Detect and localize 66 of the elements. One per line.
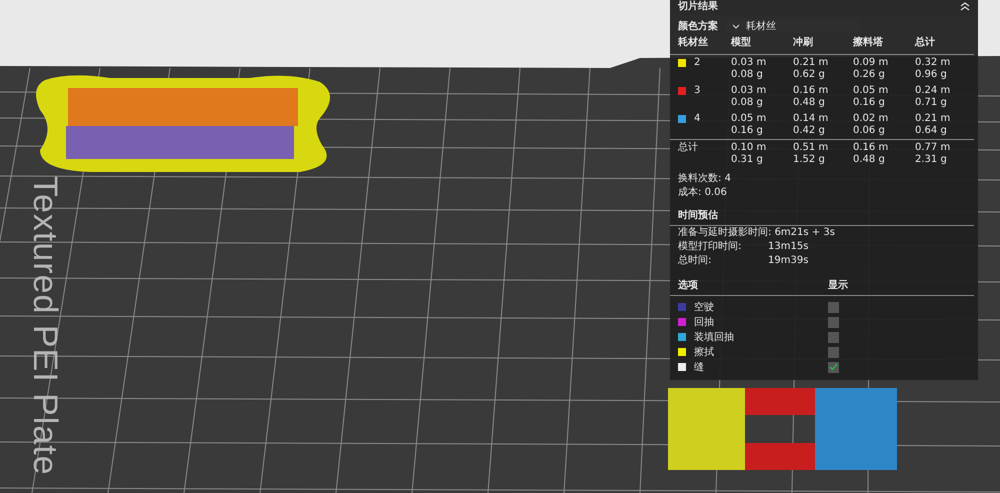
panel-title: 切片结果: [678, 0, 718, 13]
time-label: 总时间:: [678, 255, 712, 267]
column-header: 耗材丝: [678, 37, 709, 50]
column-header: 总计: [915, 37, 936, 50]
table-cell-text: 0.71 g: [915, 97, 948, 109]
time-value: 13m15s: [768, 241, 810, 253]
table-cell-text: 0.08 g: [731, 69, 764, 81]
option-label: 回抽: [694, 316, 714, 329]
option-label: 装填回抽: [694, 330, 734, 344]
checkbox[interactable]: [828, 302, 839, 312]
table-cell-text: 0.77 m: [915, 142, 952, 154]
plate-label: Textured PEI Plate: [25, 176, 64, 476]
table-cell-text: 0.62 g: [793, 69, 826, 81]
option-label: 空驶: [694, 300, 714, 314]
column-header: 模型: [731, 37, 752, 50]
table-cell-text: 0.16 m: [853, 142, 890, 154]
table-cell-text: 0.09 m: [853, 57, 890, 69]
time-label: 模型打印时间:: [678, 241, 742, 253]
table-cell-text: 0.03 m: [731, 85, 768, 97]
column-header: 擦料塔: [853, 37, 884, 50]
option-label: 缝: [694, 361, 704, 374]
table-cell-text: 0.48 g: [793, 97, 826, 109]
checkbox[interactable]: [828, 316, 839, 328]
filament-number: 2: [694, 57, 700, 69]
table-cell-text: 0.08 g: [731, 97, 764, 109]
checkbox[interactable]: [828, 346, 839, 358]
table-cell-text: 0.16 m: [793, 85, 830, 97]
column-header: 冲刷: [793, 37, 814, 50]
table-cell-text: 0.21 m: [915, 113, 952, 125]
stat-text: 换料次数: 4: [677, 172, 732, 186]
table-cell-text: 0.21 m: [793, 57, 830, 69]
table-cell-text: 0.42 g: [793, 125, 826, 137]
table-cell-text: 2.31 g: [915, 154, 948, 166]
filament-number: 3: [694, 85, 700, 97]
table-cell-text: 0.32 m: [915, 57, 952, 69]
table-cell-text: 0.26 g: [853, 69, 886, 81]
table-cell-text: 0.31 g: [731, 154, 764, 166]
table-cell-text: 0.16 g: [731, 125, 764, 137]
table-cell-text: 0.24 m: [915, 85, 952, 97]
table-cell-text: 0.16 g: [853, 97, 886, 109]
table-cell-text: 0.10 m: [731, 142, 768, 154]
table-cell-text: 0.05 m: [853, 85, 890, 97]
time-value: 19m39s: [768, 255, 810, 267]
filament-number: 4: [694, 113, 700, 125]
time-text: 准备与延时摄影时间: 6m21s + 3s: [678, 227, 836, 239]
table-cell-text: 0.06 g: [853, 125, 886, 137]
stat-text: 成本: 0.06: [677, 186, 728, 200]
table-cell-text: 1.52 g: [793, 154, 826, 166]
table-cell-text: 0.64 g: [915, 125, 948, 137]
checkbox[interactable]: [828, 332, 839, 342]
table-cell-text: 0.05 m: [731, 113, 768, 125]
column-header: 显示: [828, 278, 849, 292]
table-cell-text: 0.48 g: [853, 154, 886, 166]
total-label: 总计: [678, 142, 699, 155]
table-cell-text: 0.14 m: [793, 113, 830, 125]
table-cell-text: 0.96 g: [915, 69, 948, 81]
section-title: 时间预估: [670, 200, 974, 226]
chevron-down-icon: [732, 24, 740, 28]
column-header: 选项: [678, 278, 699, 292]
table-cell-text: 0.51 m: [793, 142, 830, 154]
checkbox[interactable]: [828, 362, 839, 372]
table-cell-text: 0.02 m: [853, 113, 890, 125]
option-label: 擦拭: [694, 346, 714, 359]
table-cell-text: 0.03 m: [731, 57, 768, 69]
field-label: 颜色方案: [678, 19, 718, 33]
collapse-icon[interactable]: [960, 2, 970, 10]
